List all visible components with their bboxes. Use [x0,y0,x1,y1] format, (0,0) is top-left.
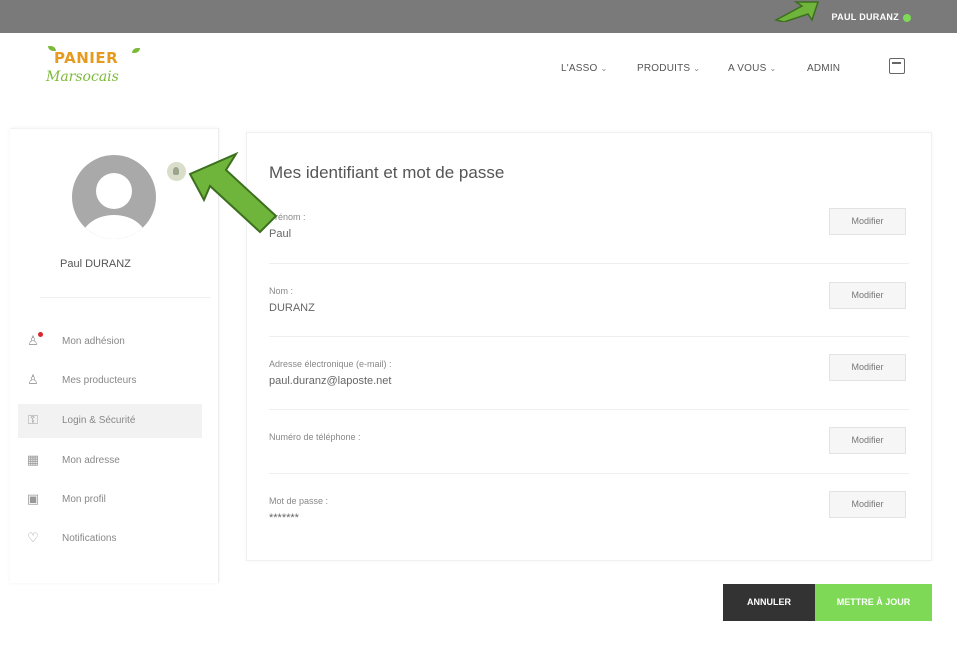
sidebar-item-producteurs[interactable]: ♙ Mes producteurs [18,364,202,398]
field-email: Adresse électronique (e-mail) : paul.dur… [269,359,909,387]
cancel-button[interactable]: ANNULER [723,584,815,621]
sidebar-item-label: Mon adresse [62,455,120,466]
field-telephone: Numéro de téléphone : [269,432,909,448]
sidebar-item-label: Login & Sécurité [62,415,136,426]
avatar-head [96,173,132,209]
nav-item-a-vous[interactable]: A VOUS ⌄ [728,63,776,74]
page-title: Mes identifiant et mot de passe [269,163,505,182]
field-label: Prénom : [269,212,306,222]
nav-item-label: ADMIN [807,63,841,74]
nav-item-produits[interactable]: PRODUITS ⌄ [637,63,700,74]
cart-icon[interactable] [889,58,905,74]
field-nom: Nom : DURANZ [269,286,909,314]
user-name: PAUL DURANZ [831,12,899,22]
notification-badge [38,332,43,337]
field-divider [269,409,909,410]
field-label: Mot de passe : [269,496,329,506]
leaf-decoration-icon [132,48,140,53]
chevron-down-icon: ⌄ [600,64,608,73]
field-label: Adresse électronique (e-mail) : [269,359,392,369]
annotation-arrow-icon [773,1,820,22]
chevron-down-icon: ⌄ [769,64,777,73]
nav-item-asso[interactable]: L'ASSO ⌄ [561,63,607,74]
avatar [72,155,156,239]
avatar-body [81,215,147,239]
field-divider [269,263,909,264]
nav-item-label: PRODUITS [637,63,691,74]
sidebar-item-label: Mon adhésion [62,336,125,347]
field-password: Mot de passe : ******* [269,496,909,524]
field-value: DURANZ [269,302,315,314]
sidebar-divider [40,297,210,298]
user-menu[interactable]: PAUL DURANZ [832,12,911,22]
sidebar-item-label: Mes producteurs [62,375,137,386]
sidebar-item-label: Mon profil [62,494,106,505]
field-divider [269,336,909,337]
nav-item-label: A VOUS [728,63,767,74]
field-label: Numéro de téléphone : [269,432,361,442]
save-button[interactable]: METTRE À JOUR [815,584,932,621]
building-icon: ▦ [26,452,40,467]
logo-text-bottom: Marsocais [46,69,119,85]
modify-email-button[interactable]: Modifier [829,354,906,381]
annotation-arrow-icon [188,151,278,234]
sidebar-item-notifications[interactable]: ♡ Notifications [18,522,202,556]
nav-item-label: L'ASSO [561,63,598,74]
modify-prenom-button[interactable]: Modifier [829,208,906,235]
profile-name: Paul DURANZ [60,258,131,270]
field-value: paul.duranz@laposte.net [269,375,392,387]
field-divider [269,473,909,474]
field-prenom: Prénom : Paul [269,212,909,240]
users-icon: ♙ [27,372,39,387]
modify-telephone-button[interactable]: Modifier [829,427,906,454]
sidebar-item-profil[interactable]: ▣ Mon profil [18,483,202,517]
online-status-icon [903,13,911,22]
sidebar-item-adresse[interactable]: ▦ Mon adresse [18,444,202,478]
id-card-icon: ▣ [26,491,40,506]
field-value: ******* [269,512,299,524]
modify-password-button[interactable]: Modifier [829,491,906,518]
sidebar-item-label: Notifications [62,533,117,544]
field-value: Paul [269,228,292,240]
field-label: Nom : [269,286,294,296]
lock-user-icon: ⚿ [28,412,38,427]
modify-nom-button[interactable]: Modifier [829,282,906,309]
sidebar-item-login-securite[interactable]: ⚿ Login & Sécurité [18,404,202,438]
nav-item-admin[interactable]: ADMIN [807,63,840,74]
chevron-down-icon: ⌄ [693,64,701,73]
logo-text-top: PANIER [54,49,119,67]
sidebar-item-adhesion[interactable]: ♙ Mon adhésion [18,325,202,359]
tag-icon: ♡ [27,530,39,545]
site-logo[interactable]: PANIER Marsocais [40,42,160,97]
